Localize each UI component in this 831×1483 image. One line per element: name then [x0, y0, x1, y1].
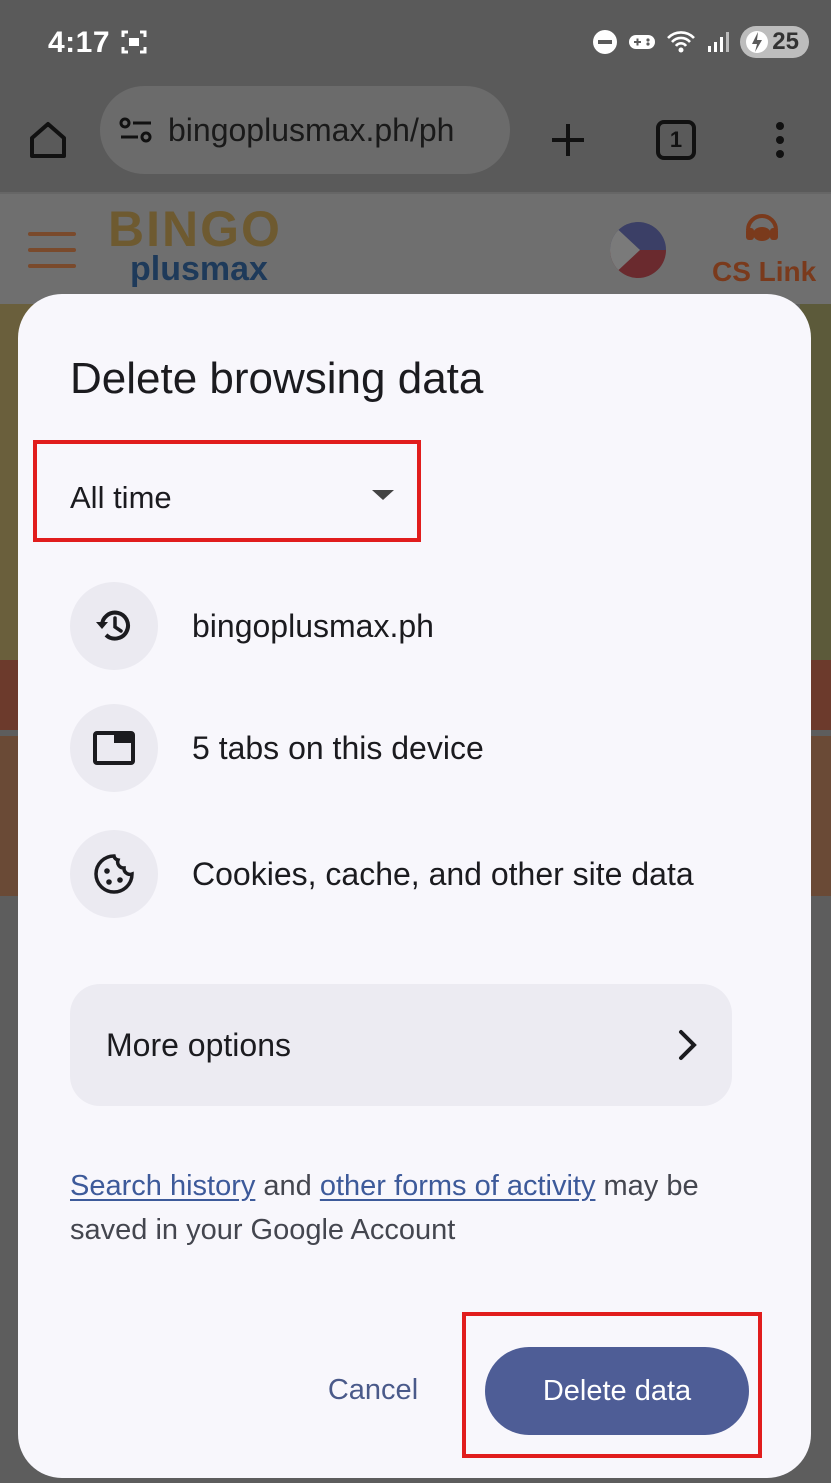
plus-icon: [552, 124, 584, 156]
battery-level: 25: [772, 28, 799, 55]
site-header: BINGO plusmax CS Link: [0, 192, 831, 304]
tab-switcher-button[interactable]: 1: [648, 112, 704, 168]
data-item-tabs: 5 tabs on this device: [70, 704, 760, 792]
battery-indicator: 25: [740, 26, 809, 58]
site-logo-subtitle: plusmax: [130, 250, 268, 288]
cancel-button[interactable]: Cancel: [298, 1350, 448, 1430]
dnd-icon: [593, 30, 618, 54]
site-settings-icon: [119, 117, 152, 143]
screenshot-icon: [120, 28, 148, 56]
charging-icon: [746, 31, 769, 53]
delete-button-highlight: [462, 1312, 762, 1458]
home-icon: [30, 122, 66, 158]
status-time: 4:17: [48, 26, 111, 59]
cs-link[interactable]: CS Link: [712, 256, 816, 288]
more-options-label: More options: [106, 1026, 291, 1063]
url-text: bingoplusmax.ph/ph: [168, 111, 455, 148]
delete-browsing-data-dialog: Delete browsing data All time bingoplusm…: [18, 294, 811, 1478]
data-item-label: Cookies, cache, and other site data: [192, 856, 694, 892]
tab-count: 1: [669, 127, 683, 152]
time-range-highlight: [33, 440, 421, 542]
menu-button[interactable]: [752, 112, 808, 168]
history-icon: [70, 582, 158, 670]
philippines-flag-icon[interactable]: [610, 222, 666, 278]
hamburger-menu-icon[interactable]: [28, 232, 76, 280]
cookie-icon: [70, 830, 158, 918]
wifi-icon: [667, 31, 696, 53]
search-history-link[interactable]: Search history: [70, 1170, 255, 1202]
status-bar: 4:17 25: [0, 0, 831, 88]
gamepad-icon: [629, 35, 656, 49]
data-item-history: bingoplusmax.ph: [70, 582, 760, 670]
address-bar[interactable]: bingoplusmax.ph/ph: [100, 86, 510, 174]
data-item-label: bingoplusmax.ph: [192, 608, 434, 644]
home-button[interactable]: [20, 112, 76, 168]
customer-support-icon: [746, 214, 778, 241]
account-activity-note: Search history and other forms of activi…: [70, 1170, 699, 1246]
data-item-cookies: Cookies, cache, and other site data: [70, 830, 760, 918]
other-activity-link[interactable]: other forms of activity: [320, 1170, 596, 1202]
signal-icon: [708, 32, 730, 52]
data-item-label: 5 tabs on this device: [192, 730, 484, 766]
more-vert-icon: [776, 122, 784, 158]
chevron-right-icon: [679, 1030, 697, 1060]
dialog-title: Delete browsing data: [70, 354, 484, 403]
status-icons: 25: [592, 24, 809, 60]
new-tab-button[interactable]: [540, 112, 596, 168]
more-options-button[interactable]: More options: [70, 984, 732, 1106]
tab-icon: [70, 704, 158, 792]
